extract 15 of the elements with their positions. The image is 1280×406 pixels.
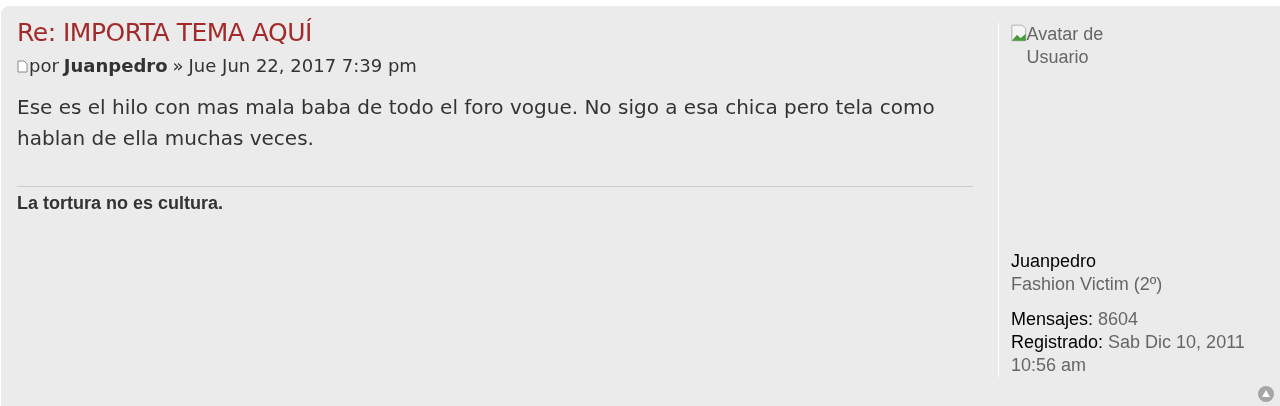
avatar-alt-text: Avatar de Usuario xyxy=(1026,23,1105,69)
profile-field: Registrado: Sab Dic 10, 2011 10:56 am xyxy=(1011,331,1256,377)
by-label: por xyxy=(29,54,59,78)
document-icon xyxy=(17,59,28,73)
post-title[interactable]: Re: IMPORTA TEMA AQUÍ xyxy=(17,18,973,48)
user-rank: Fashion Victim (2º) xyxy=(1011,273,1164,296)
username-link[interactable]: Juanpedro xyxy=(1011,250,1256,273)
signature: La tortura no es cultura. xyxy=(17,186,973,214)
post-date: Jue Jun 22, 2017 7:39 pm xyxy=(188,54,417,78)
post-body: Ese es el hilo con mas mala baba de todo el foro vogue. No sigo a esa chica pero tela como hablan de ella muchas veces. xyxy=(17,94,936,152)
back-to-top-icon[interactable] xyxy=(1258,386,1274,402)
author-link[interactable]: Juanpedro xyxy=(63,54,168,78)
broken-image-icon xyxy=(1011,23,1027,43)
separator: » xyxy=(172,54,184,78)
profile-field: Mensajes: 8604 xyxy=(1011,308,1256,331)
